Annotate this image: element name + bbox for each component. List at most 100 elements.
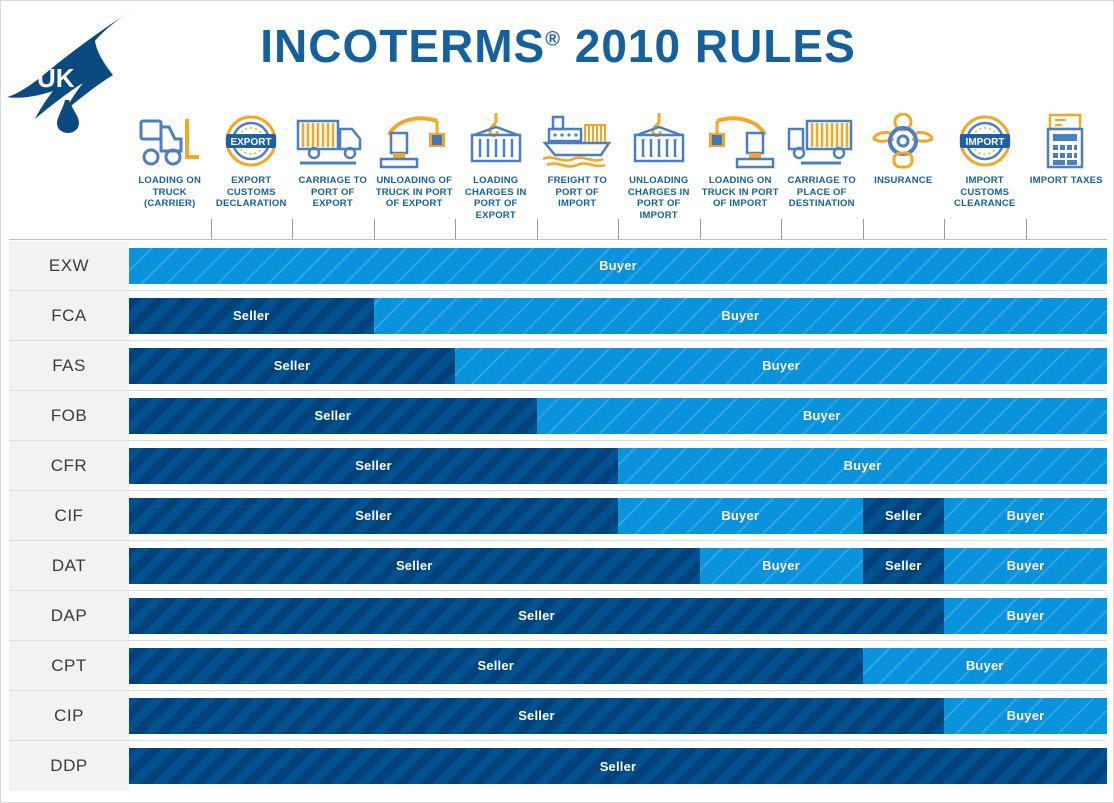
bar-segment-label: Buyer xyxy=(843,458,882,473)
bar-track: Seller Buyer xyxy=(129,597,1107,634)
bar-segment-buyer: Buyer xyxy=(536,397,1107,434)
crane-unload-icon xyxy=(379,97,449,169)
column-header-carriage-to-place-of-destination: CARRIAGE TO PLACE OF DESTINATION xyxy=(781,97,863,239)
responsibility-bar: Seller Buyer xyxy=(129,441,1107,490)
column-tick xyxy=(210,219,293,239)
bar-segment-label: Buyer xyxy=(762,358,800,373)
responsibility-bar: Seller Buyer xyxy=(129,691,1107,740)
bar-track: Seller Buyer xyxy=(129,447,1107,484)
bar-segment-buyer: Buyer xyxy=(862,647,1107,684)
bar-segment-label: Seller xyxy=(884,508,922,523)
header-divider xyxy=(9,239,1107,240)
column-header-loading-charges-in-port-of-export: LOADING CHARGES IN PORT OF EXPORT xyxy=(455,97,537,239)
column-header-row: LOADING ON TRUCK (CARRIER) EXPORT EXPORT… xyxy=(129,97,1107,239)
bar-segment-seller: Seller xyxy=(129,547,700,584)
column-header-label: LOADING ON TRUCK (CARRIER) xyxy=(138,175,202,209)
incoterm-code-ddp: DDP xyxy=(9,741,129,791)
bar-track: Seller Buyer xyxy=(129,347,1107,384)
page-title-rest: 2010 RULES xyxy=(560,20,856,72)
incoterms-table: EXW Buyer FCA Seller Buyer FAS Seller Buyer FOB S… xyxy=(9,241,1107,791)
bar-segment-label: Buyer xyxy=(1006,708,1045,723)
bar-segment-seller: Seller xyxy=(129,297,374,334)
page-title: INCOTERMS® 2010 RULES xyxy=(1,19,1114,73)
incoterm-code-fca: FCA xyxy=(9,291,129,340)
column-header-label: UNLOADING CHARGES IN PORT OF IMPORT xyxy=(627,175,690,221)
table-row: FAS Seller Buyer xyxy=(9,341,1107,391)
header: UK INCOTERMS® 2010 RULES LOADING ON TRUC… xyxy=(1,1,1114,240)
incoterm-code-exw: EXW xyxy=(9,241,129,290)
column-header-unloading-of-truck-in-port-of-export: UNLOADING OF TRUCK IN PORT OF EXPORT xyxy=(374,97,456,239)
bar-segment-seller: Seller xyxy=(129,497,618,534)
truck-icon xyxy=(785,97,859,169)
bar-track: Seller Buyer Seller Buyer xyxy=(129,547,1107,584)
bar-segment-label: Seller xyxy=(518,608,555,623)
table-row: DDP Seller xyxy=(9,741,1107,791)
column-tick xyxy=(373,219,456,239)
column-header-insurance: INSURANCE xyxy=(863,97,945,239)
bar-segment-label: Seller xyxy=(395,558,433,573)
responsibility-bar: Seller Buyer Seller Buyer xyxy=(129,491,1107,540)
bar-segment-label: Seller xyxy=(355,508,392,523)
incoterm-code-dap: DAP xyxy=(9,591,129,640)
incoterm-code-cip: CIP xyxy=(9,691,129,740)
column-header-import-taxes: IMPORT TAXES xyxy=(1026,97,1108,239)
incoterm-code-dat: DAT xyxy=(9,541,129,590)
table-row: CFR Seller Buyer xyxy=(9,441,1107,491)
bar-segment-label: Buyer xyxy=(721,308,760,323)
bar-segment-seller: Seller xyxy=(862,497,944,534)
bar-segment-buyer: Buyer xyxy=(129,247,1107,284)
bar-segment-label: Buyer xyxy=(1006,608,1045,623)
calculator-receipt-icon xyxy=(1038,97,1094,169)
column-header-label: INSURANCE xyxy=(874,175,933,186)
bar-segment-seller: Seller xyxy=(129,447,618,484)
bar-segment-label: Buyer xyxy=(762,558,800,573)
column-header-loading-on-truck-in-port-of-import: LOADING ON TRUCK IN PORT OF IMPORT xyxy=(700,97,782,239)
bar-segment-seller: Seller xyxy=(129,397,537,434)
responsibility-bar: Seller Buyer xyxy=(129,291,1107,340)
bar-segment-seller: Seller xyxy=(862,547,944,584)
table-row: FCA Seller Buyer xyxy=(9,291,1107,341)
bar-segment-seller: Seller xyxy=(129,647,863,684)
table-row: EXW Buyer xyxy=(9,241,1107,291)
column-tick xyxy=(1025,219,1108,239)
bar-segment-label: Seller xyxy=(884,558,922,573)
column-header-label: UNLOADING OF TRUCK IN PORT OF EXPORT xyxy=(375,175,453,209)
import-stamp-icon: IMPORT xyxy=(954,97,1016,169)
column-header-loading-on-truck: LOADING ON TRUCK (CARRIER) xyxy=(129,97,211,239)
column-tick xyxy=(536,219,619,239)
bar-segment-seller: Seller xyxy=(129,347,455,384)
bar-segment-label: Seller xyxy=(232,308,270,323)
bar-track: Seller Buyer xyxy=(129,297,1107,334)
responsibility-bar: Seller Buyer xyxy=(129,341,1107,390)
bar-track: Seller xyxy=(129,748,1107,784)
bar-segment-label: Buyer xyxy=(1006,508,1045,523)
responsibility-bar: Seller xyxy=(129,741,1107,791)
column-header-export-customs-declaration: EXPORT EXPORT CUSTOMS DECLARATION xyxy=(211,97,293,239)
bar-track: Buyer xyxy=(129,247,1107,284)
bar-segment-label: Seller xyxy=(599,758,637,774)
column-header-freight-to-port-of-import: FREIGHT TO PORT OF IMPORT xyxy=(537,97,619,239)
incoterm-code-cif: CIF xyxy=(9,491,129,540)
column-tick xyxy=(292,219,374,239)
container-hook-icon xyxy=(627,97,691,169)
column-header-carriage-to-port-of-export: CARRIAGE TO PORT OF EXPORT xyxy=(292,97,374,239)
responsibility-bar: Seller Buyer xyxy=(129,391,1107,440)
bar-segment-label: Buyer xyxy=(965,658,1004,673)
incoterm-code-cpt: CPT xyxy=(9,641,129,690)
bar-track: Seller Buyer Seller Buyer xyxy=(129,497,1107,534)
column-header-label: FREIGHT TO PORT OF IMPORT xyxy=(547,175,607,209)
column-header-label: IMPORT TAXES xyxy=(1029,175,1103,186)
svg-text:IMPORT: IMPORT xyxy=(965,137,1004,148)
column-header-label: CARRIAGE TO PLACE OF DESTINATION xyxy=(787,175,857,209)
bar-segment-label: Seller xyxy=(355,458,392,473)
incoterm-code-cfr: CFR xyxy=(9,441,129,490)
column-header-label: LOADING ON TRUCK IN PORT OF IMPORT xyxy=(701,175,779,209)
cargo-ship-icon xyxy=(541,97,613,169)
column-header-label: CARRIAGE TO PORT OF EXPORT xyxy=(298,175,368,209)
bar-segment-seller: Seller xyxy=(129,748,1107,784)
responsibility-bar: Seller Buyer xyxy=(129,591,1107,640)
bar-segment-seller: Seller xyxy=(129,697,944,734)
bar-segment-buyer: Buyer xyxy=(618,497,863,534)
column-header-label: EXPORT CUSTOMS DECLARATION xyxy=(215,175,287,209)
column-tick xyxy=(862,219,945,239)
